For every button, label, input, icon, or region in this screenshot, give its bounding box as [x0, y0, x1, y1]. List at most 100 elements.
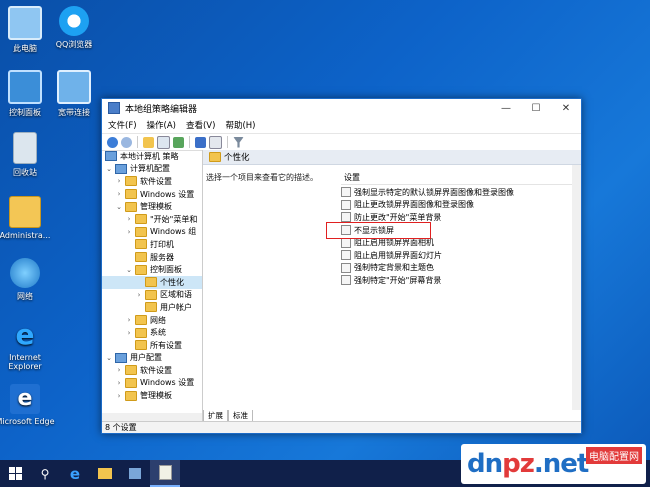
tree-item[interactable]: › Windows 组 — [102, 226, 202, 239]
close-button[interactable]: ✕ — [551, 99, 581, 117]
status-bar: 8 个设置 — [102, 421, 581, 433]
collapse-icon[interactable]: ⌄ — [125, 266, 133, 274]
expand-icon[interactable]: › — [135, 291, 143, 299]
setting-item[interactable]: 防止更改"开始"菜单背景 — [341, 211, 571, 224]
menu-view[interactable]: 查看(V) — [186, 119, 215, 131]
tree-item[interactable]: ⌄ 用户配置 — [102, 352, 202, 365]
tree-item[interactable]: 服务器 — [102, 251, 202, 264]
desktop-icon-recycle-bin[interactable]: 回收站 — [0, 132, 55, 178]
tree-item[interactable]: ⌄ 计算机配置 — [102, 163, 202, 176]
column-header-setting[interactable]: 设置 — [341, 170, 581, 185]
toolbar-divider — [227, 136, 228, 148]
tree-item[interactable]: › 软件设置 — [102, 175, 202, 188]
desktop-icon-broadband[interactable]: 宽带连接 — [44, 70, 104, 118]
export-list-icon[interactable] — [173, 136, 184, 148]
expand-icon[interactable]: › — [115, 177, 123, 185]
store-icon[interactable] — [120, 460, 150, 487]
tree-item[interactable]: ⌄ 控制面板 — [102, 263, 202, 276]
folder-icon — [135, 340, 147, 351]
folder-icon — [125, 189, 137, 200]
expand-icon[interactable]: › — [125, 316, 133, 324]
folder-icon — [209, 152, 221, 162]
filter-icon[interactable] — [233, 136, 244, 148]
show-hide-tree-icon[interactable] — [157, 135, 170, 149]
edge-icon: e — [10, 384, 40, 414]
policy-setting-icon — [341, 237, 351, 248]
setting-item[interactable]: 强制显示特定的默认锁屏界面图像和登录图像 — [341, 186, 571, 199]
folder-icon — [145, 289, 157, 300]
watermark-sub-text: 电脑配置网 — [586, 447, 642, 464]
windows-icon — [8, 467, 22, 480]
policy-setting-icon — [341, 199, 351, 210]
up-folder-icon[interactable] — [143, 136, 154, 148]
expand-icon[interactable]: › — [125, 215, 133, 223]
setting-item[interactable]: 强制特定"开始"屏幕背景 — [341, 274, 571, 287]
tree-item[interactable]: › 区域和语 — [102, 289, 202, 302]
tree-item-personalization[interactable]: 个性化 — [102, 275, 202, 289]
tree-item[interactable]: › 软件设置 — [102, 364, 202, 377]
tree-item[interactable]: › "开始"菜单和 — [102, 213, 202, 226]
folder-icon — [135, 315, 147, 326]
title-bar[interactable]: 本地组策略编辑器 — ☐ ✕ — [102, 99, 581, 117]
menu-file[interactable]: 文件(F) — [108, 119, 137, 131]
desktop-icon-qq-browser[interactable]: QQ浏览器 — [44, 6, 104, 50]
help-icon[interactable] — [195, 136, 206, 148]
expand-icon[interactable]: › — [115, 366, 123, 374]
tree-item[interactable]: 所有设置 — [102, 339, 202, 352]
folder-icon — [125, 176, 137, 187]
tree-item[interactable]: › 管理模板 — [102, 389, 202, 402]
tree-item[interactable]: › Windows 设置 — [102, 188, 202, 201]
watermark-logo-text: dnpz.net — [467, 449, 589, 479]
expand-icon[interactable]: › — [115, 190, 123, 198]
minimize-button[interactable]: — — [491, 99, 521, 117]
network-connection-icon — [57, 70, 91, 104]
folder-icon — [135, 327, 147, 338]
tree-item[interactable]: ⌄ 管理模板 — [102, 200, 202, 213]
forward-icon[interactable] — [121, 136, 132, 148]
maximize-button[interactable]: ☐ — [521, 99, 551, 117]
setting-item[interactable]: 强制特定背景和主题色 — [341, 262, 571, 275]
taskbar-edge-icon[interactable]: e — [60, 460, 90, 487]
tree-item[interactable]: 打印机 — [102, 238, 202, 251]
desktop-icon-network[interactable]: 网络 — [0, 258, 55, 302]
policy-setting-icon — [341, 250, 351, 261]
file-explorer-icon[interactable] — [90, 460, 120, 487]
policy-setting-icon — [341, 225, 351, 236]
recycle-bin-icon — [13, 132, 37, 164]
menu-help[interactable]: 帮助(H) — [225, 119, 255, 131]
desktop-icon-ie[interactable]: e Internet Explorer — [0, 320, 55, 372]
qq-browser-icon — [59, 6, 89, 36]
desktop-icon-edge[interactable]: e Microsoft Edge — [0, 384, 55, 426]
desktop-icon-administrator[interactable]: Administra... — [0, 196, 55, 240]
expand-icon[interactable]: › — [125, 329, 133, 337]
folder-icon — [125, 201, 137, 212]
expand-icon[interactable]: › — [125, 228, 133, 236]
setting-item[interactable]: 阻止启用锁屏界面相机 — [341, 236, 571, 249]
back-icon[interactable] — [107, 136, 118, 148]
folder-icon — [135, 214, 147, 225]
expand-icon[interactable]: › — [115, 379, 123, 387]
collapse-icon[interactable]: ⌄ — [105, 354, 113, 362]
group-policy-taskbar-icon[interactable] — [150, 460, 180, 487]
setting-item[interactable]: 阻止更改锁屏界面图像和登录图像 — [341, 199, 571, 212]
menu-action[interactable]: 操作(A) — [147, 119, 176, 131]
start-button[interactable] — [0, 460, 30, 487]
tree-item[interactable]: › 系统 — [102, 326, 202, 339]
collapse-icon[interactable]: ⌄ — [105, 165, 113, 173]
collapse-icon[interactable]: ⌄ — [115, 203, 123, 211]
expand-icon[interactable]: › — [115, 392, 123, 400]
search-icon[interactable]: ⚲ — [30, 460, 60, 487]
setting-item-no-lock-screen[interactable]: 不显示锁屏 — [341, 224, 571, 237]
policy-icon — [105, 151, 117, 162]
site-watermark-logo: dnpz.net 电脑配置网 — [461, 444, 646, 484]
properties-icon[interactable] — [209, 135, 222, 149]
tree-item[interactable]: › Windows 设置 — [102, 377, 202, 390]
folder-icon — [125, 377, 137, 388]
setting-item[interactable]: 阻止启用锁屏界面幻灯片 — [341, 249, 571, 262]
tree-item[interactable]: 本地计算机 策略 — [102, 150, 202, 163]
folder-icon — [135, 264, 147, 275]
tree-item[interactable]: › 网络 — [102, 314, 202, 327]
tree-item[interactable]: 用户帐户 — [102, 301, 202, 314]
policy-setting-icon — [341, 262, 351, 273]
details-vertical-scrollbar[interactable] — [572, 165, 581, 410]
